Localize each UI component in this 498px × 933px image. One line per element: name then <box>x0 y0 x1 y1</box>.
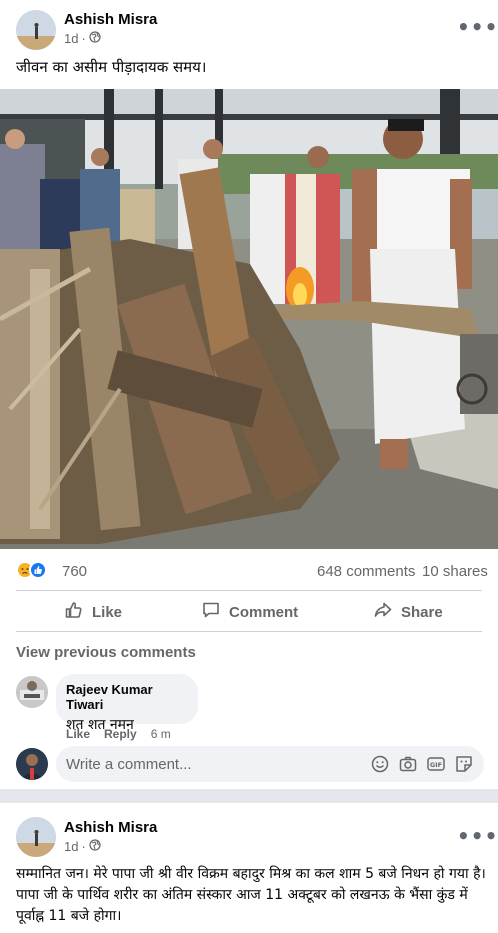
like-button[interactable]: Like <box>64 600 122 624</box>
comment-label: Comment <box>229 603 299 621</box>
view-previous-comments-link[interactable]: View previous comments <box>16 644 196 661</box>
commenter-avatar[interactable] <box>16 676 48 708</box>
gif-icon[interactable]: GIF <box>426 754 446 774</box>
author-name[interactable]: Ashish Misra <box>64 11 157 28</box>
divider <box>16 631 482 632</box>
share-label: Share <box>401 603 443 621</box>
sticker-icon[interactable] <box>454 754 474 774</box>
post-time[interactable]: 1d <box>64 31 78 46</box>
post-caption: जीवन का असीम पीड़ादायक समय। <box>16 58 207 76</box>
comment-button[interactable]: Comment <box>201 600 298 624</box>
comment-icon <box>201 600 221 624</box>
comment-time[interactable]: 6 m <box>151 727 171 741</box>
meta-separator: · <box>81 839 86 854</box>
globe-icon <box>89 31 101 46</box>
current-user-avatar[interactable] <box>16 748 48 780</box>
comment-bubble: Rajeev Kumar Tiwari शत शत नमन <box>56 674 198 733</box>
reactions-count[interactable]: 760 <box>62 563 87 580</box>
post-card: Ashish Misra 1d · ••• सम्मानित जन। मेरे … <box>0 803 498 933</box>
post-meta: 1d · <box>64 31 101 46</box>
comment-input[interactable] <box>66 746 366 782</box>
share-icon <box>373 600 393 624</box>
composer-icons: GIF <box>370 754 474 774</box>
post-stats: 760 648 comments 10 shares <box>0 556 498 586</box>
post-caption: सम्मानित जन। मेरे पापा जी श्री वीर विक्र… <box>16 866 486 924</box>
globe-icon <box>89 839 101 854</box>
like-label: Like <box>92 603 123 621</box>
like-reaction-icon <box>29 561 47 579</box>
post-meta: 1d · <box>64 839 101 854</box>
commenter-name[interactable]: Rajeev Kumar Tiwari <box>66 682 188 712</box>
camera-icon[interactable] <box>398 754 418 774</box>
author-avatar[interactable] <box>16 10 56 50</box>
emoji-icon[interactable] <box>370 754 390 774</box>
share-button[interactable]: Share <box>373 600 443 624</box>
comment-like-link[interactable]: Like <box>66 727 90 741</box>
svg-text:GIF: GIF <box>430 761 442 769</box>
author-avatar[interactable] <box>16 817 56 857</box>
author-name[interactable]: Ashish Misra <box>64 819 157 836</box>
comment-composer: GIF <box>56 746 484 782</box>
post-photo[interactable] <box>0 89 498 549</box>
comment-actions: Like Reply 6 m <box>66 727 171 741</box>
meta-separator: · <box>81 31 86 46</box>
like-icon <box>64 600 84 624</box>
comments-count[interactable]: 648 comments <box>317 563 415 580</box>
divider <box>16 590 482 591</box>
more-icon[interactable]: ••• <box>457 17 498 37</box>
reaction-icons[interactable] <box>16 561 47 579</box>
post-card: Ashish Misra 1d · ••• जीवन का असीम पीड़ा… <box>0 0 498 789</box>
post-time[interactable]: 1d <box>64 839 78 854</box>
shares-count[interactable]: 10 shares <box>422 563 488 580</box>
comment-reply-link[interactable]: Reply <box>104 727 137 741</box>
more-icon[interactable]: ••• <box>457 826 498 846</box>
